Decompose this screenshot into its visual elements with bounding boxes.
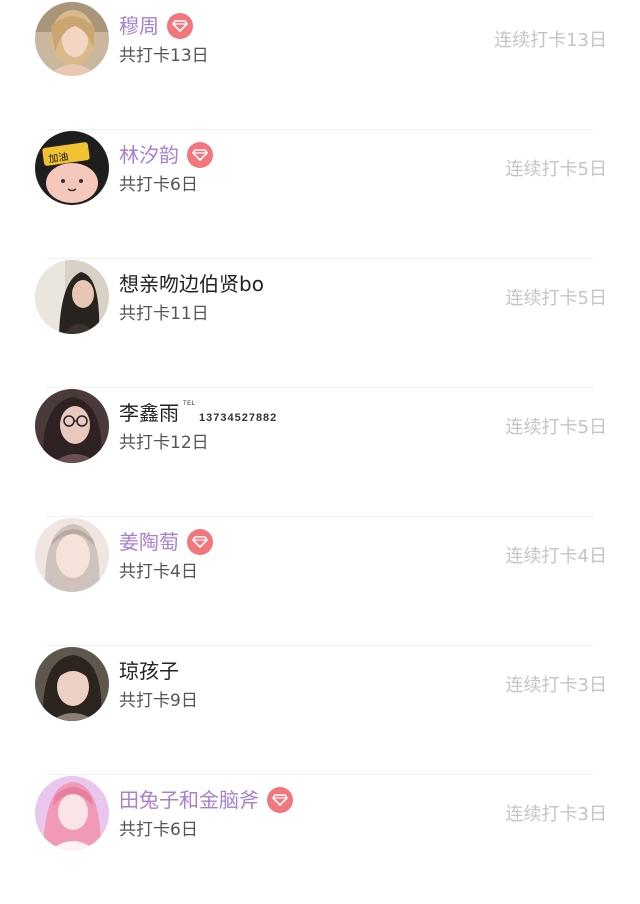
- avatar-cartoon-cat: 加油: [35, 131, 109, 205]
- total-check-in: 共打卡11日: [119, 304, 209, 324]
- user-name[interactable]: 穆周: [119, 12, 159, 40]
- total-check-in: 共打卡4日: [119, 562, 198, 582]
- row-divider: [46, 516, 594, 517]
- list-item[interactable]: 琼孩子 共打卡9日 连续打卡3日: [0, 647, 640, 775]
- avatar-pink-anime: [35, 776, 109, 850]
- streak-check-in: 连续打卡5日: [505, 159, 607, 180]
- user-name[interactable]: 琼孩子: [119, 657, 179, 685]
- phone-note: TEL 13734527882: [183, 401, 278, 425]
- streak-check-in: 连续打卡5日: [505, 417, 607, 438]
- diamond-icon: [187, 529, 213, 555]
- row-divider: [46, 387, 594, 388]
- phone-number: 13734527882: [199, 412, 278, 424]
- user-name[interactable]: 想亲吻边伯贤bo: [119, 270, 264, 298]
- streak-check-in: 连续打卡3日: [505, 804, 607, 825]
- list-item[interactable]: 穆周 共打卡13日 连续打卡13日: [0, 2, 640, 130]
- user-name[interactable]: 姜陶萄: [119, 528, 179, 556]
- avatar[interactable]: [35, 2, 109, 76]
- row-divider: [46, 258, 594, 259]
- list-item[interactable]: 加油 林汐韵 共打卡6日 连续打卡5日: [0, 131, 640, 259]
- avatar[interactable]: [35, 389, 109, 463]
- row-divider: [46, 645, 594, 646]
- list-item[interactable]: 姜陶萄 共打卡4日 连续打卡4日: [0, 518, 640, 646]
- avatar-blonde-woman: [35, 2, 109, 76]
- total-check-in: 共打卡9日: [119, 691, 198, 711]
- tel-label: TEL: [183, 401, 196, 407]
- user-name[interactable]: 田兔子和金脑斧: [119, 786, 259, 814]
- avatar[interactable]: [35, 260, 109, 334]
- list-item[interactable]: 田兔子和金脑斧 共打卡6日 连续打卡3日: [0, 776, 640, 904]
- avatar-woman-glasses: [35, 389, 109, 463]
- diamond-icon: [267, 787, 293, 813]
- list-item[interactable]: 想亲吻边伯贤bo 共打卡11日 连续打卡5日: [0, 260, 640, 388]
- avatar[interactable]: [35, 647, 109, 721]
- avatar-girl-bangs: [35, 647, 109, 721]
- total-check-in: 共打卡6日: [119, 175, 198, 195]
- streak-check-in: 连续打卡3日: [505, 675, 607, 696]
- avatar[interactable]: 加油: [35, 131, 109, 205]
- streak-check-in: 连续打卡13日: [494, 30, 607, 51]
- diamond-icon: [167, 13, 193, 39]
- total-check-in: 共打卡12日: [119, 433, 209, 453]
- row-divider: [46, 129, 594, 130]
- diamond-icon: [187, 142, 213, 168]
- user-name[interactable]: 林汐韵: [119, 141, 179, 169]
- avatar-dark-hair-woman: [35, 260, 109, 334]
- user-name[interactable]: 李鑫雨: [119, 399, 179, 427]
- total-check-in: 共打卡13日: [119, 46, 209, 66]
- streak-check-in: 连续打卡5日: [505, 288, 607, 309]
- avatar[interactable]: [35, 518, 109, 592]
- total-check-in: 共打卡6日: [119, 820, 198, 840]
- avatar[interactable]: [35, 776, 109, 850]
- row-divider: [46, 774, 594, 775]
- streak-check-in: 连续打卡4日: [505, 546, 607, 567]
- avatar-light-portrait: [35, 518, 109, 592]
- list-item[interactable]: 李鑫雨 TEL 13734527882 共打卡12日 连续打卡5日: [0, 389, 640, 517]
